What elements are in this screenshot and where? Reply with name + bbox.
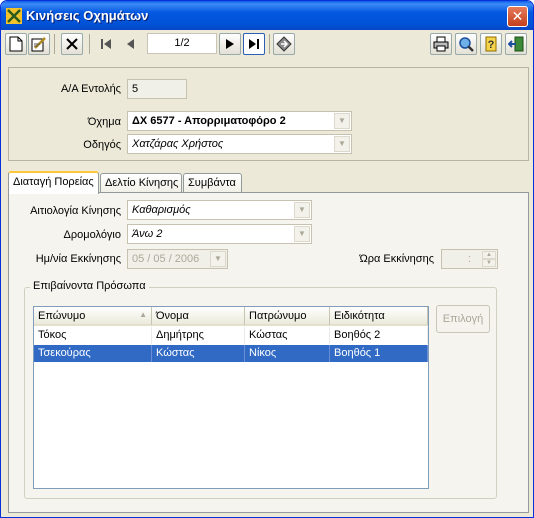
route-label: Δρομολόγιο (63, 229, 121, 241)
cell-fathers-name: Νίκος (245, 345, 330, 362)
cell-specialty: Βοηθός 1 (330, 345, 428, 362)
toolbar: 1/2 ? (5, 31, 529, 59)
driver-value: Χατζάρας Χρήστος (132, 138, 224, 150)
spin-up-icon[interactable]: ▲ (482, 251, 496, 259)
printer-icon (433, 36, 449, 52)
sort-ascending-icon: ▲ (139, 310, 147, 319)
table-row-selected[interactable]: Τσεκούρας Κώστας Νίκος Βοηθός 1 (34, 345, 428, 362)
cell-name: Κώστας (152, 345, 245, 362)
cell-fathers-name: Κώστας (245, 327, 330, 344)
vehicle-label: Όχημα (87, 116, 121, 128)
passengers-legend: Επιβαίνοντα Πρόσωπα (30, 280, 149, 292)
cell-surname: Τσεκούρας (34, 345, 152, 362)
cell-surname: Τόκος (34, 327, 152, 344)
select-button[interactable]: Επιλογή (436, 305, 490, 333)
chevron-down-icon[interactable]: ▼ (334, 136, 350, 152)
app-icon (6, 8, 22, 24)
magnifier-icon (459, 37, 474, 52)
reason-value: Καθαρισμός (132, 204, 191, 216)
goto-icon (276, 36, 292, 52)
window-title: Κινήσεις Οχημάτων (26, 8, 149, 23)
last-record-icon (249, 39, 259, 49)
column-header-fathers-name[interactable]: Πατρώνυμο (245, 307, 330, 326)
route-value: Άνω 2 (132, 228, 163, 240)
start-date-value: 05 / 05 / 2006 (132, 253, 200, 265)
order-number-field[interactable]: 5 (127, 79, 187, 99)
last-record-button[interactable] (243, 33, 265, 55)
driver-select[interactable]: Χατζάρας Χρήστος ▼ (127, 134, 352, 154)
vehicle-value: ΔΧ 6577 - Απορριματοφόρο 2 (132, 115, 286, 127)
next-record-button[interactable] (219, 33, 241, 55)
help-icon: ? (485, 36, 497, 52)
toolbar-separator (54, 34, 55, 54)
print-button[interactable] (430, 33, 452, 55)
next-record-icon (226, 39, 234, 49)
tab-route-order[interactable]: Διαταγή Πορείας (8, 171, 99, 194)
chevron-down-icon[interactable]: ▼ (334, 113, 350, 129)
edit-button[interactable] (28, 33, 50, 55)
route-select[interactable]: Άνω 2 ▼ (127, 224, 312, 244)
new-button[interactable] (5, 33, 27, 55)
edit-doc-icon (31, 37, 46, 52)
help-button[interactable]: ? (480, 33, 502, 55)
prev-record-button[interactable] (119, 33, 141, 55)
start-date-picker[interactable]: 05 / 05 / 2006 ▼ (127, 249, 228, 269)
column-header-label: Επώνυμο (38, 310, 86, 322)
tab-movement-sheet[interactable]: Δελτίο Κίνησης (100, 173, 182, 193)
toolbar-separator (269, 34, 270, 54)
column-header-specialty[interactable]: Ειδικότητα (330, 307, 428, 326)
table-row[interactable]: Τόκος Δημήτρης Κώστας Βοηθός 2 (34, 327, 428, 344)
exit-door-icon (507, 36, 524, 52)
svg-text:?: ? (488, 39, 495, 51)
first-record-icon (101, 39, 111, 49)
toolbar-separator (89, 34, 90, 54)
first-record-button[interactable] (95, 33, 117, 55)
prev-record-icon (127, 39, 134, 49)
title-bar[interactable]: Κινήσεις Οχημάτων ✕ (1, 1, 533, 30)
app-window: Κινήσεις Οχημάτων ✕ 1/2 ? Α/Α Εντολής 5 … (0, 0, 534, 518)
driver-label: Οδηγός (83, 139, 121, 151)
cell-name: Δημήτρης (152, 327, 245, 344)
tab-incidents[interactable]: Συμβάντα (183, 173, 242, 193)
reason-select[interactable]: Καθαρισμός ▼ (127, 200, 312, 220)
preview-button[interactable] (455, 33, 477, 55)
reason-label: Αιτιολογία Κίνησης (30, 205, 121, 217)
start-time-label: Ώρα Εκκίνησης (359, 253, 434, 265)
chevron-down-icon[interactable]: ▼ (294, 202, 310, 218)
spin-down-icon[interactable]: ▼ (482, 259, 496, 267)
chevron-down-icon[interactable]: ▼ (294, 226, 310, 242)
column-header-surname[interactable]: Επώνυμο ▲ (34, 307, 152, 326)
start-time-value: : (467, 253, 472, 265)
record-pager: 1/2 (147, 33, 217, 54)
delete-x-icon (66, 38, 78, 50)
vehicle-select[interactable]: ΔΧ 6577 - Απορριματοφόρο 2 ▼ (127, 111, 352, 131)
close-button[interactable]: ✕ (507, 6, 528, 27)
goto-button[interactable] (273, 33, 295, 55)
new-doc-icon (9, 36, 23, 52)
cell-specialty: Βοηθός 2 (330, 327, 428, 344)
exit-button[interactable] (505, 33, 527, 55)
chevron-down-icon[interactable]: ▼ (210, 251, 226, 267)
order-label: Α/Α Εντολής (60, 83, 121, 95)
delete-button[interactable] (61, 33, 83, 55)
column-header-name[interactable]: Όνομα (152, 307, 245, 326)
table-header: Επώνυμο ▲ Όνομα Πατρώνυμο Ειδικότητα (34, 307, 428, 326)
start-time-spinner[interactable]: : ▲ ▼ (441, 249, 498, 269)
passengers-table: Επώνυμο ▲ Όνομα Πατρώνυμο Ειδικότητα Τόκ… (33, 306, 429, 489)
start-date-label: Ημ/νία Εκκίνησης (35, 253, 121, 265)
